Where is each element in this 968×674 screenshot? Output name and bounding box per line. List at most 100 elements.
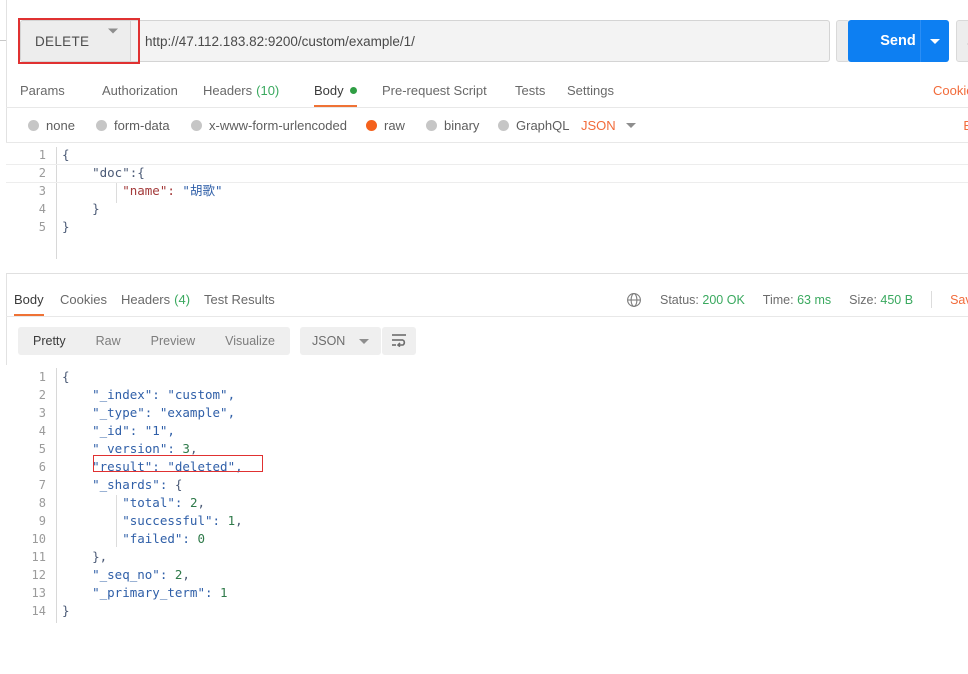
view-mode-visualize[interactable]: Visualize (210, 327, 290, 355)
chevron-down-icon (359, 338, 370, 344)
line-number: 9 (38, 514, 46, 528)
code-line: 12 "_seq_no": 2, (6, 566, 968, 584)
line-text: "_seq_no": 2, (62, 567, 190, 582)
line-number: 1 (38, 370, 46, 384)
cookies-link[interactable]: Cookies (933, 74, 968, 107)
body-type-urlencoded[interactable]: x-www-form-urlencoded (191, 108, 347, 142)
http-method-label: DELETE (35, 33, 90, 49)
response-tab-test-results[interactable]: Test Results (204, 283, 275, 316)
radio-selected-icon (366, 119, 377, 131)
line-number: 2 (38, 166, 46, 180)
body-type-none[interactable]: none (28, 108, 75, 142)
body-type-binary[interactable]: binary (426, 108, 479, 142)
code-line: 3 "name": "胡歌" (6, 182, 968, 200)
view-mode-pretty[interactable]: Pretty (18, 327, 81, 355)
line-number: 5 (38, 220, 46, 234)
body-active-dot-icon (349, 87, 357, 94)
request-body-editor[interactable]: 1 { 2 "doc":{ 3 "name": "胡歌" 4 } 5 } (6, 143, 968, 274)
time-value: 63 ms (797, 292, 832, 307)
code-line: 3 "_type": "example", (6, 404, 968, 422)
response-headers-count: (4) (174, 292, 191, 307)
tab-params[interactable]: Params (20, 74, 65, 107)
body-type-form-data[interactable]: form-data (96, 108, 170, 142)
time-group: Time: 63 ms (763, 293, 831, 307)
line-text: "_primary_term": 1 (62, 585, 228, 600)
code-line: 6 "result": "deleted", (6, 458, 968, 476)
line-number: 14 (31, 604, 46, 618)
code-line: 1 { (6, 368, 968, 386)
radio-icon (96, 119, 107, 131)
response-tab-headers[interactable]: Headers (4) (121, 283, 190, 316)
request-url-input[interactable]: http://47.112.183.82:9200/custom/example… (130, 20, 830, 62)
response-tab-cookies[interactable]: Cookies (60, 283, 107, 316)
body-type-selector: none form-data x-www-form-urlencoded raw… (6, 108, 968, 143)
headers-count: (10) (256, 83, 280, 98)
code-line: 10 "failed": 0 (6, 530, 968, 548)
line-text: "_shards": { (62, 477, 183, 492)
line-text: "_type": "example", (62, 405, 236, 420)
tab-authorization[interactable]: Authorization (102, 74, 178, 107)
code-line: 2 "_index": "custom", (6, 386, 968, 404)
view-mode-preview[interactable]: Preview (136, 327, 210, 355)
line-number: 13 (31, 586, 46, 600)
line-number: 2 (38, 388, 46, 402)
globe-icon (626, 292, 642, 308)
line-number: 7 (38, 478, 46, 492)
code-line: 8 "total": 2, (6, 494, 968, 512)
code-line: 1 { (6, 146, 968, 164)
code-line: 4 "_id": "1", (6, 422, 968, 440)
line-text: { (62, 369, 70, 384)
tab-settings[interactable]: Settings (567, 74, 614, 107)
body-format-dropdown[interactable]: JSON (581, 108, 636, 142)
line-text: "successful": 1, (62, 513, 243, 528)
wrap-lines-button[interactable] (382, 327, 416, 355)
line-text: } (62, 219, 70, 234)
tab-headers[interactable]: Headers (10) (203, 74, 279, 107)
response-status-meta: Status: 200 OK Time: 63 ms Size: 450 B S… (626, 283, 968, 316)
body-type-graphql[interactable]: GraphQL (498, 108, 569, 142)
line-number: 6 (38, 460, 46, 474)
body-type-raw[interactable]: raw (366, 108, 405, 142)
line-text: }, (62, 549, 108, 564)
code-line: 2 "doc":{ (6, 164, 968, 182)
status-label: Status: (660, 292, 699, 307)
code-line: 11 }, (6, 548, 968, 566)
request-body-code: 1 { 2 "doc":{ 3 "name": "胡歌" 4 } 5 } (6, 146, 968, 236)
tab-pre-request-script[interactable]: Pre-request Script (382, 74, 487, 107)
tab-tests[interactable]: Tests (515, 74, 545, 107)
response-tab-body[interactable]: Body (14, 283, 44, 316)
chevron-down-icon (625, 122, 636, 128)
view-mode-raw[interactable]: Raw (81, 327, 136, 355)
code-line: 13 "_primary_term": 1 (6, 584, 968, 602)
line-text: } (62, 201, 100, 216)
beautify-link[interactable]: B (963, 108, 968, 142)
response-body-code: 1 { 2 "_index": "custom", 3 "_type": "ex… (6, 368, 968, 620)
size-group: Size: 450 B (849, 293, 913, 307)
tab-body[interactable]: Body (314, 74, 357, 107)
status-group: Status: 200 OK (660, 293, 745, 307)
radio-icon (28, 119, 39, 131)
line-number: 1 (38, 148, 46, 162)
line-number: 11 (31, 550, 46, 564)
send-options-dropdown[interactable] (920, 20, 949, 62)
sidebar-divider (0, 40, 6, 41)
line-number: 3 (38, 406, 46, 420)
code-line: 4 } (6, 200, 968, 218)
line-number: 4 (38, 424, 46, 438)
radio-icon (191, 119, 202, 131)
line-text: "name": "胡歌" (62, 183, 223, 198)
response-view-modes: Pretty Raw Preview Visualize (18, 327, 290, 355)
save-response-link[interactable]: Save Resp (950, 293, 968, 307)
http-method-dropdown[interactable]: DELETE (20, 20, 130, 62)
code-line: 5 "_version": 3, (6, 440, 968, 458)
response-body-editor[interactable]: 1 { 2 "_index": "custom", 3 "_type": "ex… (6, 365, 968, 658)
response-format-dropdown[interactable]: JSON (300, 327, 382, 355)
active-tab-underline (314, 104, 357, 107)
code-line: 9 "successful": 1, (6, 512, 968, 530)
line-number: 3 (38, 184, 46, 198)
save-button[interactable]: Save (956, 20, 968, 62)
line-number: 8 (38, 496, 46, 510)
postman-request-window: DELETE http://47.112.183.82:9200/custom/… (0, 0, 968, 658)
radio-icon (426, 119, 437, 131)
request-url-bar: DELETE http://47.112.183.82:9200/custom/… (20, 20, 968, 62)
